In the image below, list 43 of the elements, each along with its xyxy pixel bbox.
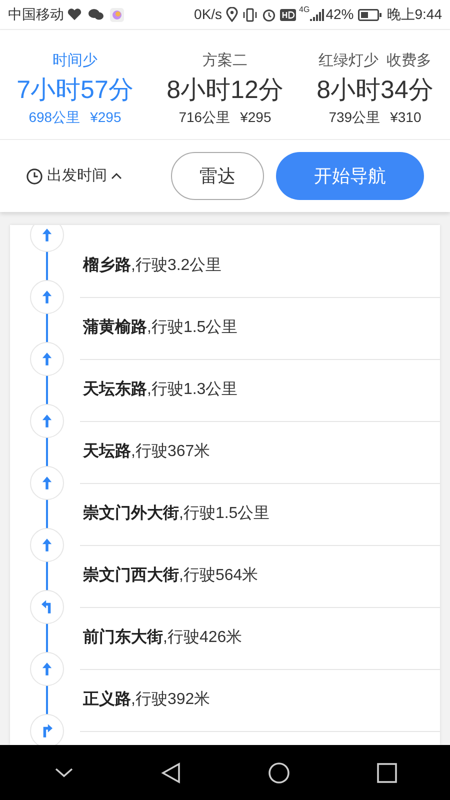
- route-toll: ¥310: [390, 108, 422, 126]
- route-option[interactable]: 红绿灯少 收费多 8小时34分 739公里 ¥310: [300, 30, 450, 139]
- battery-percentage: 42%: [326, 5, 354, 24]
- route-duration: 7小时57分: [16, 74, 134, 106]
- step-instruction: 正义路,行驶392米: [83, 689, 210, 710]
- network-type: 4G: [299, 6, 310, 14]
- app-icon: [110, 8, 124, 22]
- clock-time: 晚上9:44: [386, 5, 442, 24]
- chat-bubbles-icon: [88, 8, 104, 21]
- route-label: 方案二: [202, 51, 248, 71]
- carrier-name: 中国移动: [8, 5, 64, 24]
- route-duration: 8小时34分: [316, 74, 434, 106]
- route-label: 时间少: [52, 51, 98, 71]
- route-duration: 8小时12分: [166, 74, 284, 106]
- hd-icon: [280, 8, 296, 20]
- step-instruction: 榴乡路,行驶3.2公里: [83, 255, 222, 276]
- route-distance: 716公里: [178, 108, 230, 126]
- step-instruction: 前门东大街,行驶426米: [83, 627, 242, 648]
- home-icon[interactable]: [268, 762, 290, 784]
- location-icon: [226, 7, 238, 22]
- signal-icon: [310, 8, 324, 22]
- alarm-icon: [262, 8, 276, 22]
- chevron-down-icon[interactable]: [54, 766, 74, 778]
- radar-button[interactable]: 雷达: [171, 152, 264, 200]
- route-label: 红绿灯少 收费多: [318, 51, 432, 71]
- route-toll: ¥295: [240, 108, 272, 126]
- route-distance: 698公里: [28, 108, 80, 126]
- step-instruction: 崇文门西大街,行驶564米: [83, 565, 258, 586]
- heart-icon: [67, 8, 82, 21]
- step-instruction: 天坛东路,行驶1.3公里: [83, 379, 238, 400]
- route-toll: ¥295: [90, 108, 122, 126]
- step-instruction: 蒲黄榆路,行驶1.5公里: [83, 318, 238, 338]
- clock-icon: [26, 168, 43, 184]
- step-instruction: 崇文门外大街,行驶1.5公里: [83, 503, 270, 524]
- recents-icon[interactable]: [376, 762, 396, 782]
- route-distance: 739公里: [328, 108, 380, 126]
- network-speed: 0K/s: [194, 5, 222, 24]
- route-option[interactable]: 时间少 7小时57分 698公里 ¥295: [0, 30, 150, 139]
- step-instruction: 天坛路,行驶367米: [83, 442, 210, 462]
- vibrate-icon: [242, 8, 258, 22]
- back-icon[interactable]: [160, 762, 180, 784]
- departure-time-button[interactable]: 出发时间: [26, 164, 122, 188]
- battery-icon: [358, 8, 382, 20]
